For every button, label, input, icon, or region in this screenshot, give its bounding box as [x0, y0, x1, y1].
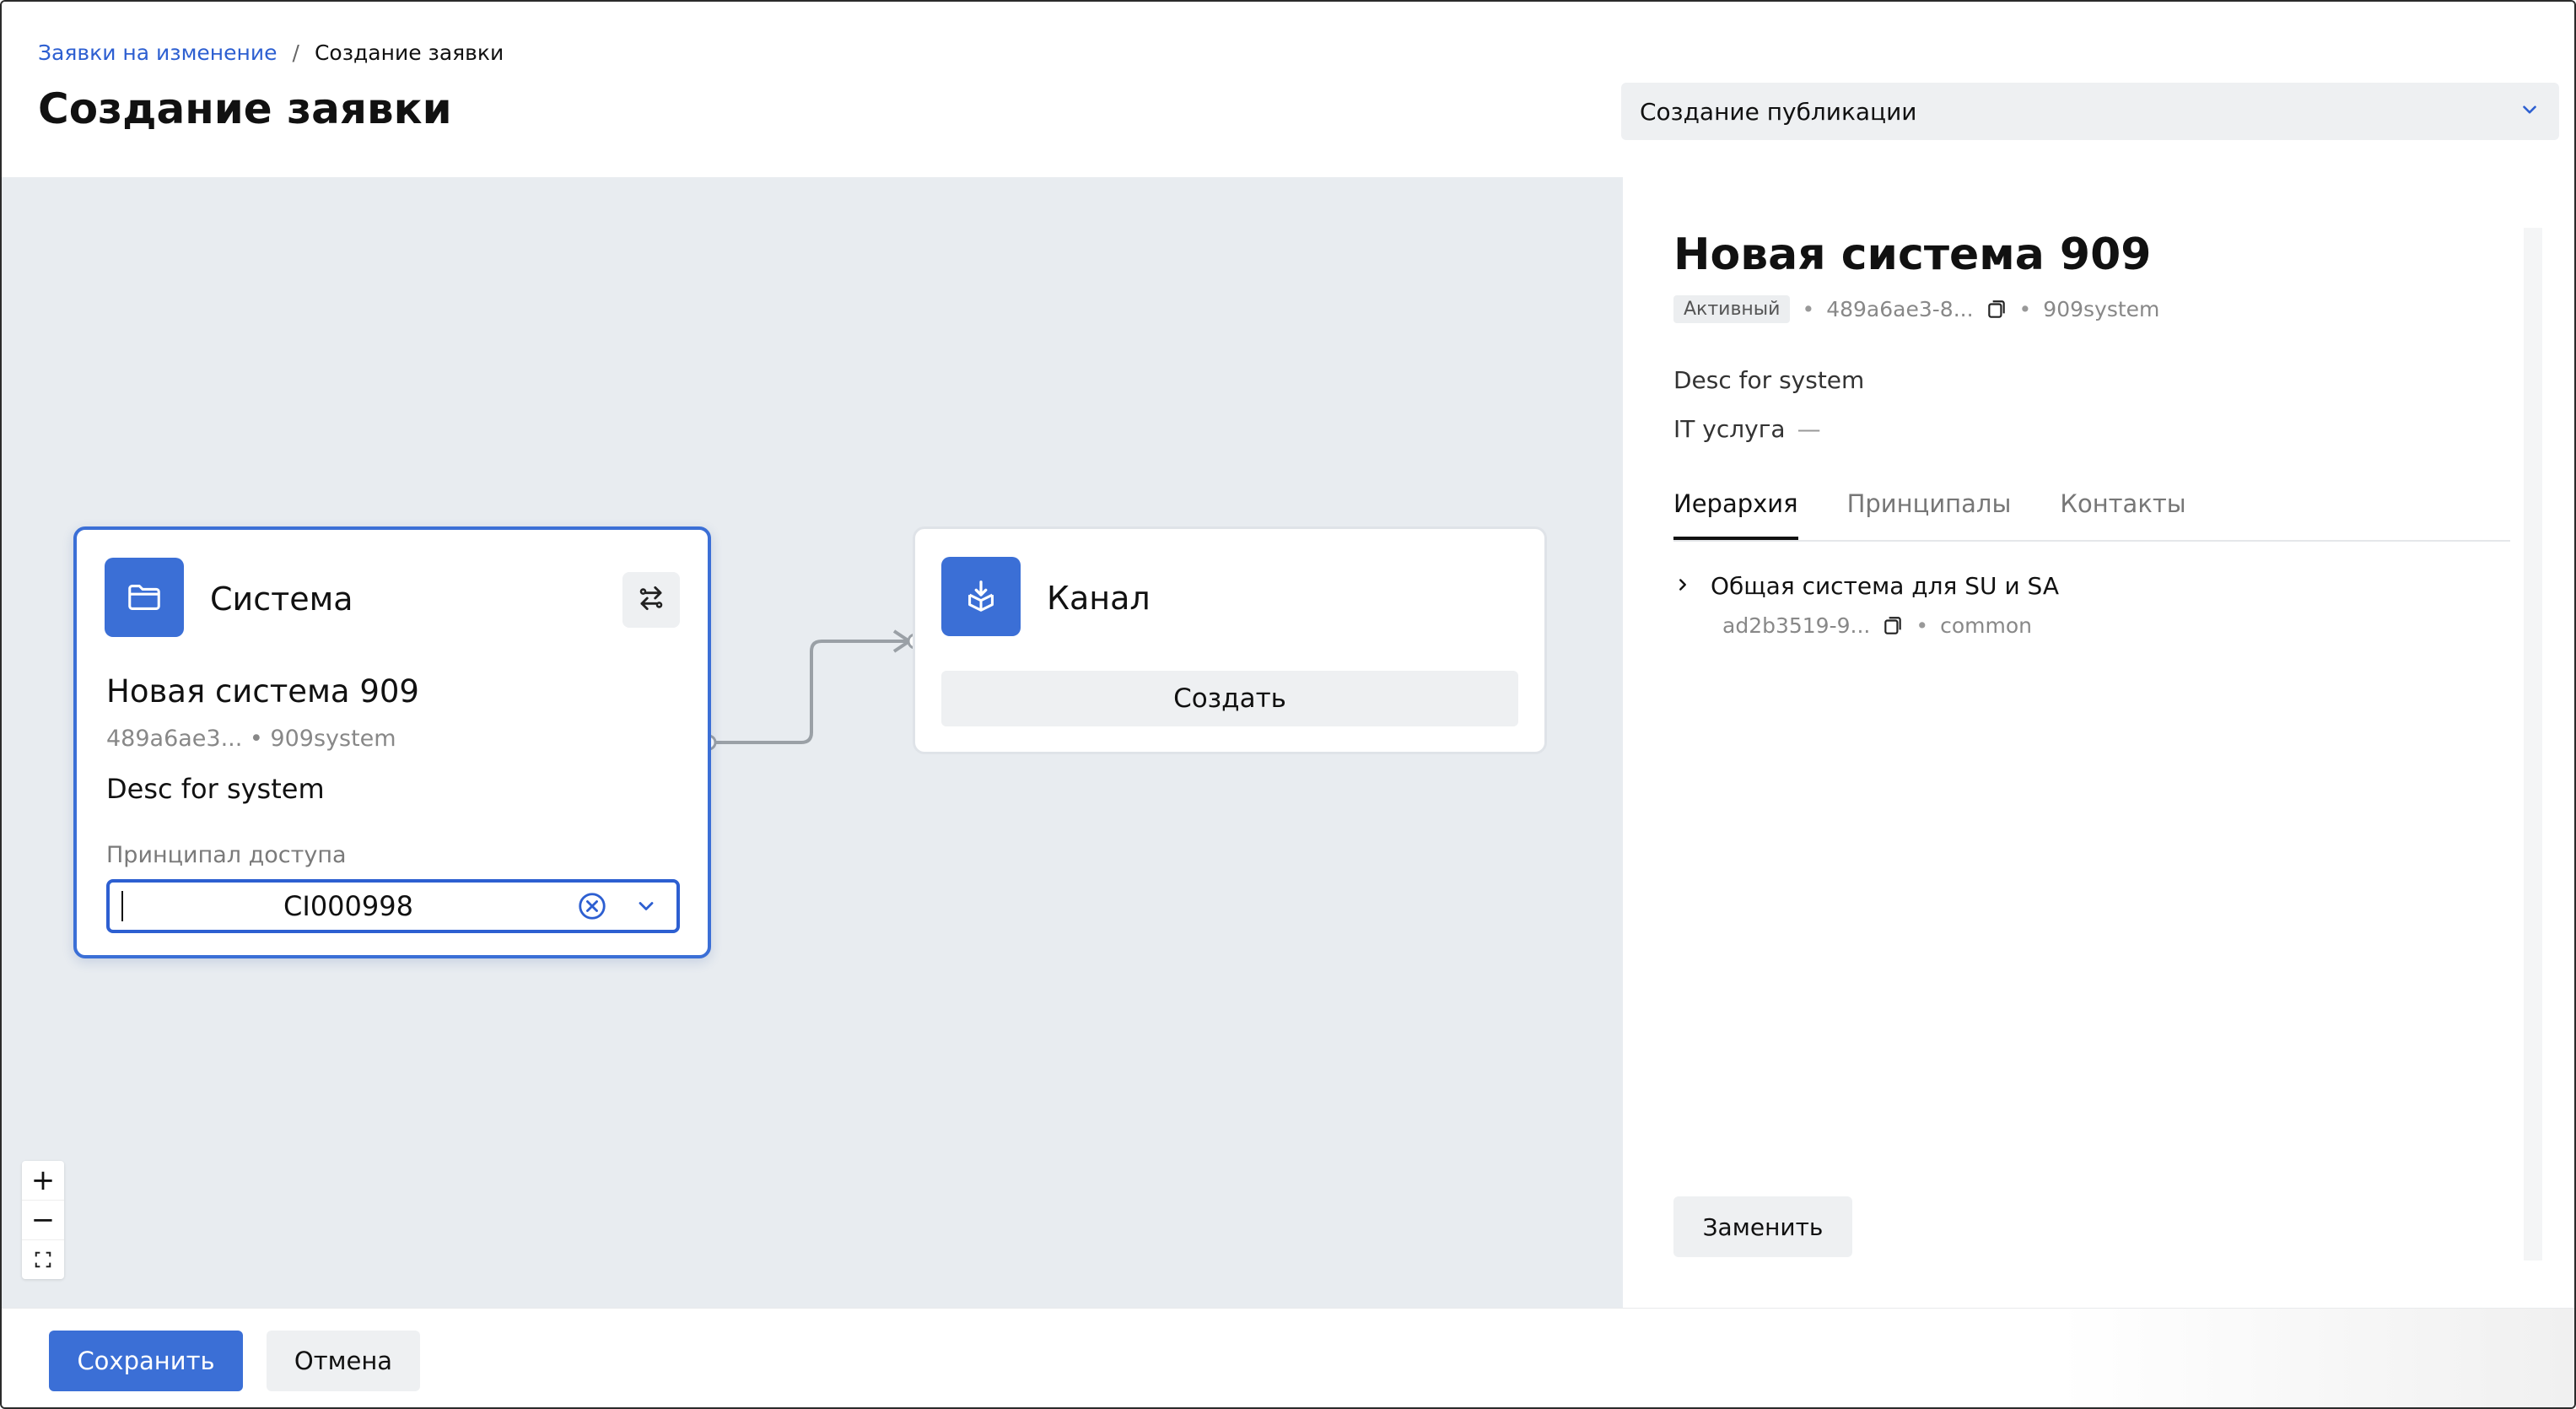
- principal-value[interactable]: CI000998: [123, 890, 574, 922]
- hierarchy-item-name: Общая система для SU и SA: [1711, 572, 2059, 600]
- meta-separator: •: [1802, 297, 1815, 321]
- flow-canvas[interactable]: Система Новая система 909 489a6ae3... • …: [2, 177, 1623, 1308]
- cancel-button[interactable]: Отмена: [267, 1331, 420, 1391]
- hierarchy-item-id: ad2b3519-9...: [1722, 613, 1871, 638]
- tab-contacts[interactable]: Контакты: [2060, 489, 2185, 540]
- copy-icon[interactable]: [1986, 299, 2007, 321]
- copy-icon[interactable]: [1882, 615, 1904, 637]
- it-service-row: IT услуга —: [1673, 415, 1821, 443]
- panel-code: 909system: [2043, 297, 2160, 321]
- breadcrumb-link-requests[interactable]: Заявки на изменение: [38, 40, 278, 65]
- panel-id: 489a6ae3-8...: [1826, 297, 1974, 321]
- footer-actions: Сохранить Отмена: [2, 1308, 2574, 1407]
- meta-separator: •: [2018, 297, 2032, 321]
- zoom-out-button[interactable]: −: [22, 1201, 64, 1240]
- system-node-meta: 489a6ae3... • 909system: [106, 726, 396, 752]
- swap-button[interactable]: [622, 572, 680, 628]
- tab-hierarchy[interactable]: Иерархия: [1673, 489, 1798, 540]
- breadcrumb: Заявки на изменение / Создание заявки: [38, 40, 504, 65]
- hierarchy-item-code: common: [1940, 613, 2032, 638]
- system-node-name: Новая система 909: [106, 673, 419, 710]
- request-type-select[interactable]: Создание публикации: [1621, 83, 2559, 140]
- details-panel: Новая система 909 Активный • 489a6ae3-8.…: [1623, 177, 2574, 1308]
- panel-scrollbar[interactable]: [2524, 228, 2542, 1261]
- fit-view-icon: [34, 1243, 52, 1277]
- swap-icon: [635, 582, 667, 618]
- it-service-value: —: [1797, 415, 1821, 443]
- clear-icon[interactable]: [574, 888, 611, 925]
- request-type-value: Создание публикации: [1640, 97, 1917, 126]
- app-window: Заявки на изменение / Создание заявки Со…: [0, 0, 2576, 1409]
- principal-label: Принципал доступа: [106, 842, 347, 868]
- system-node-type-label: Система: [210, 580, 353, 618]
- system-node-description: Desc for system: [106, 773, 325, 805]
- channel-node-type-label: Канал: [1047, 580, 1151, 617]
- zoom-in-button[interactable]: +: [22, 1161, 64, 1201]
- fit-view-button[interactable]: [22, 1240, 64, 1279]
- hierarchy-item-meta: ad2b3519-9... • common: [1722, 613, 2059, 638]
- panel-tabs: Иерархия Принципалы Контакты: [1673, 489, 2510, 542]
- chevron-down-icon[interactable]: [628, 888, 665, 925]
- panel-description: Desc for system: [1673, 366, 1865, 394]
- hierarchy-item: Общая система для SU и SA ad2b3519-9... …: [1673, 572, 2059, 638]
- panel-title: Новая система 909: [1673, 229, 2152, 280]
- it-service-label: IT услуга: [1673, 415, 1786, 443]
- tab-principals[interactable]: Принципалы: [1847, 489, 2012, 540]
- page-title: Создание заявки: [38, 84, 452, 133]
- chevron-down-icon: [2519, 99, 2541, 124]
- folder-icon: [105, 558, 184, 637]
- breadcrumb-current: Создание заявки: [314, 40, 504, 65]
- replace-button[interactable]: Заменить: [1673, 1196, 1852, 1257]
- meta-separator: •: [1916, 613, 1929, 638]
- system-node[interactable]: Система Новая система 909 489a6ae3... • …: [73, 526, 711, 958]
- page-header: Заявки на изменение / Создание заявки Со…: [2, 2, 2574, 177]
- panel-meta: Активный • 489a6ae3-8... • 909system: [1673, 295, 2159, 323]
- create-channel-button[interactable]: Создать: [941, 671, 1518, 726]
- box-download-icon: [941, 557, 1021, 636]
- save-button[interactable]: Сохранить: [49, 1331, 243, 1391]
- channel-node[interactable]: Канал Создать: [913, 526, 1547, 754]
- breadcrumb-separator: /: [292, 40, 299, 65]
- hierarchy-item-row[interactable]: Общая система для SU и SA: [1673, 572, 2059, 600]
- chevron-right-icon[interactable]: [1673, 575, 1692, 597]
- status-badge: Активный: [1673, 295, 1791, 323]
- principal-select[interactable]: CI000998: [106, 879, 680, 933]
- zoom-controls: + −: [22, 1161, 64, 1279]
